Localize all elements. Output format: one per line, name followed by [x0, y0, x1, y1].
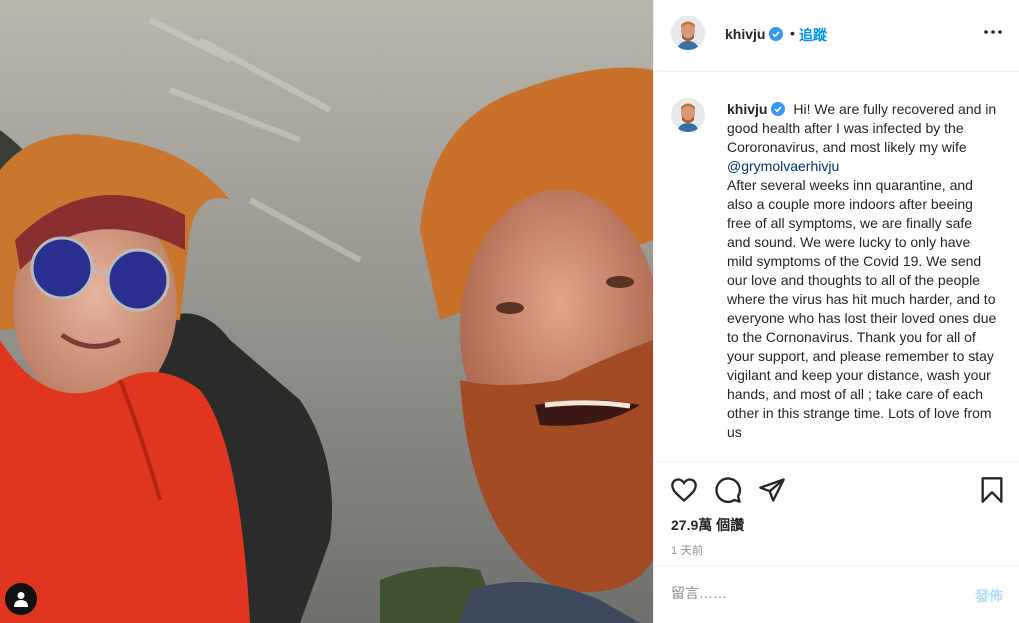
caption-text-2: After several weeks inn quarantine, and … — [727, 177, 997, 440]
header-username-text[interactable]: khivju — [725, 26, 765, 42]
post-photo[interactable] — [0, 0, 653, 623]
action-bar — [654, 476, 1019, 506]
user-tag-button[interactable] — [5, 583, 37, 615]
heart-icon[interactable] — [670, 476, 698, 504]
verified-badge-icon — [769, 27, 784, 41]
post-side-panel: khivju • 追蹤 khivju Hi! We are fully reco… — [653, 0, 1019, 623]
comment-icon[interactable] — [714, 476, 742, 504]
bookmark-icon[interactable] — [978, 476, 1006, 504]
avatar[interactable] — [671, 16, 705, 50]
caption-username-text[interactable]: khivju — [727, 101, 767, 117]
avatar-image — [671, 98, 705, 132]
follow-button[interactable]: 追蹤 — [799, 25, 827, 45]
post-caption: khivju Hi! We are fully recovered and in… — [727, 100, 997, 442]
caption-avatar[interactable] — [671, 98, 705, 132]
header-username[interactable]: khivju — [725, 26, 784, 42]
post-comment-button[interactable]: 發佈 — [975, 586, 1003, 606]
caption-area: khivju Hi! We are fully recovered and in… — [654, 72, 1019, 463]
verified-badge-icon — [771, 102, 786, 116]
photo-image — [0, 0, 653, 623]
likes-count[interactable]: 27.9萬 個讚 — [671, 515, 744, 535]
avatar-image — [671, 16, 705, 50]
post-header: khivju • 追蹤 — [654, 0, 1019, 72]
comment-input[interactable] — [671, 585, 931, 601]
post-timestamp[interactable]: 1 天前 — [671, 542, 703, 558]
comment-bar: 發佈 — [654, 566, 1019, 623]
share-icon[interactable] — [758, 476, 786, 504]
more-options-icon[interactable] — [981, 20, 1005, 44]
separator-dot: • — [790, 25, 795, 41]
mention-link[interactable]: @grymolvaerhivju — [727, 158, 839, 174]
caption-username[interactable]: khivju — [727, 101, 786, 117]
user-tag-icon — [14, 592, 28, 607]
